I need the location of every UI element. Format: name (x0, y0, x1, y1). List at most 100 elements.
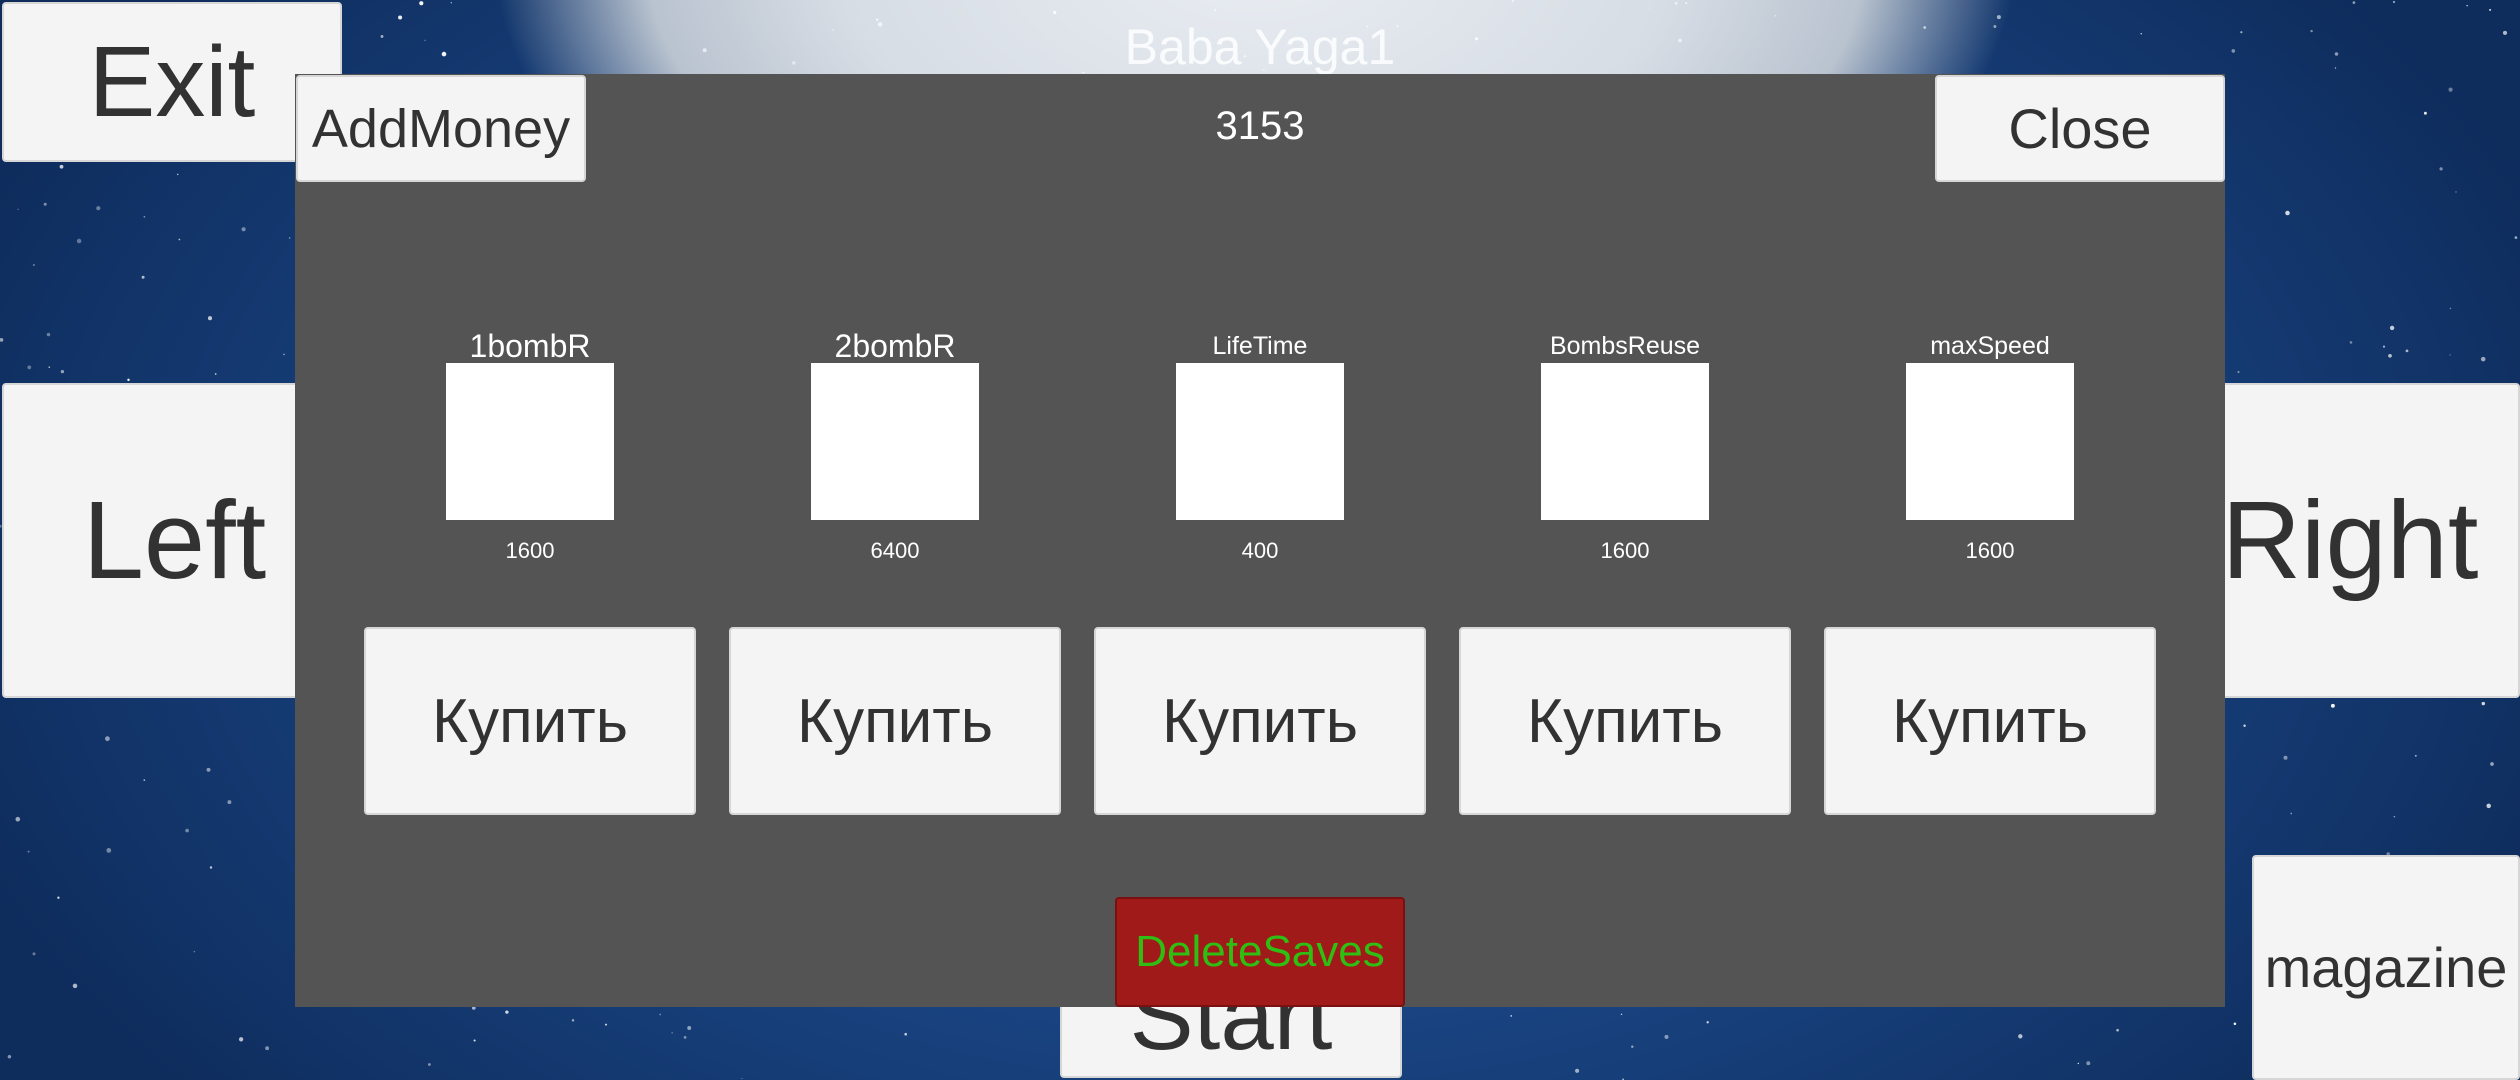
delete-saves-button[interactable]: DeleteSaves (1115, 897, 1405, 1007)
star (2486, 803, 2491, 809)
star (241, 227, 246, 232)
star (2514, 236, 2518, 239)
star (214, 373, 217, 375)
star (2233, 1022, 2237, 1026)
star (2077, 1062, 2079, 1065)
star (741, 1077, 743, 1080)
star (2389, 325, 2395, 331)
item-name: BombsReuse (1549, 332, 1701, 360)
star (791, 61, 796, 65)
right-button[interactable]: Right (2180, 383, 2520, 698)
star (15, 816, 21, 822)
star (17, 208, 19, 210)
player-name: Baba Yaga1 (1124, 19, 1396, 75)
star (76, 238, 82, 244)
shop-item-maxspeed: maxSpeed 1600 (1825, 326, 2155, 646)
star (1510, 1015, 1513, 1017)
star (238, 1037, 244, 1042)
star (1214, 9, 1216, 12)
star (141, 275, 145, 279)
star (46, 332, 51, 337)
item-image (1541, 363, 1709, 520)
star (419, 1, 424, 6)
star (2018, 1034, 2023, 1039)
add-money-button[interactable]: AddMoney (296, 75, 586, 182)
star (702, 48, 707, 53)
star (671, 1032, 673, 1034)
star (227, 800, 232, 805)
star (2392, 0, 2396, 4)
star (2502, 30, 2508, 35)
star (683, 1036, 687, 1039)
star (2466, 4, 2468, 7)
star (48, 366, 51, 369)
item-price: 400 (1241, 538, 1279, 563)
star (571, 1019, 575, 1022)
star (72, 983, 78, 989)
star (1996, 15, 2001, 20)
item-name: 1bombR (469, 328, 591, 364)
star (33, 264, 35, 266)
buy-button-2bombr[interactable]: Купить (729, 627, 1061, 815)
item-image (1176, 363, 1344, 520)
star (2449, 354, 2451, 356)
star (127, 378, 130, 382)
item-price: 6400 (870, 538, 920, 563)
shop-panel: AddMoney 3153 Close 1bombR 1600 2bombR 6… (295, 74, 2225, 1007)
star (1620, 1013, 1623, 1016)
star (2393, 815, 2396, 818)
star (1053, 10, 1057, 15)
star (2349, 341, 2353, 344)
star (2439, 167, 2443, 171)
buy-button-lifetime[interactable]: Купить (1094, 627, 1426, 815)
star (59, 164, 64, 169)
exit-button[interactable]: Exit (2, 2, 342, 162)
star (2382, 345, 2386, 348)
star (2285, 210, 2290, 216)
star (2448, 87, 2453, 92)
close-button[interactable]: Close (1935, 75, 2225, 182)
buy-button-maxspeed[interactable]: Купить (1824, 627, 2156, 815)
star (832, 28, 834, 31)
star (1575, 1068, 1580, 1073)
star (473, 1039, 476, 1042)
star (2352, 1, 2356, 4)
star (1674, 1, 1678, 5)
star (441, 51, 447, 57)
star (57, 896, 60, 899)
star (27, 365, 32, 370)
star (2449, 307, 2452, 310)
shop-item-1bombr: 1bombR 1600 (365, 326, 695, 646)
star (1511, 0, 1514, 2)
star (288, 237, 291, 239)
item-name: 2bombR (834, 328, 956, 364)
star (398, 15, 403, 20)
star (1706, 1021, 1709, 1024)
star (2140, 33, 2142, 35)
star (2405, 349, 2409, 353)
buy-button-bombsreuse[interactable]: Купить (1459, 627, 1791, 815)
star (7, 1054, 12, 1059)
star (604, 1023, 608, 1026)
item-image (1906, 363, 2074, 520)
star (1993, 25, 1997, 28)
star (2489, 8, 2492, 11)
star (106, 848, 112, 853)
star (2423, 111, 2427, 115)
shop-item-lifetime: LifeTime 400 (1095, 326, 1425, 646)
star (2237, 370, 2240, 374)
star (283, 353, 285, 356)
star (505, 1010, 509, 1014)
star (209, 866, 213, 869)
star (1774, 14, 1777, 17)
star (143, 779, 146, 781)
star (1631, 1045, 1634, 1048)
item-image (446, 363, 614, 520)
star (32, 952, 36, 956)
buy-button-1bombr[interactable]: Купить (364, 627, 696, 815)
star (178, 238, 181, 241)
star (380, 34, 384, 38)
star (2480, 356, 2486, 362)
star (2481, 701, 2486, 706)
magazine-button[interactable]: magazine (2252, 855, 2520, 1080)
